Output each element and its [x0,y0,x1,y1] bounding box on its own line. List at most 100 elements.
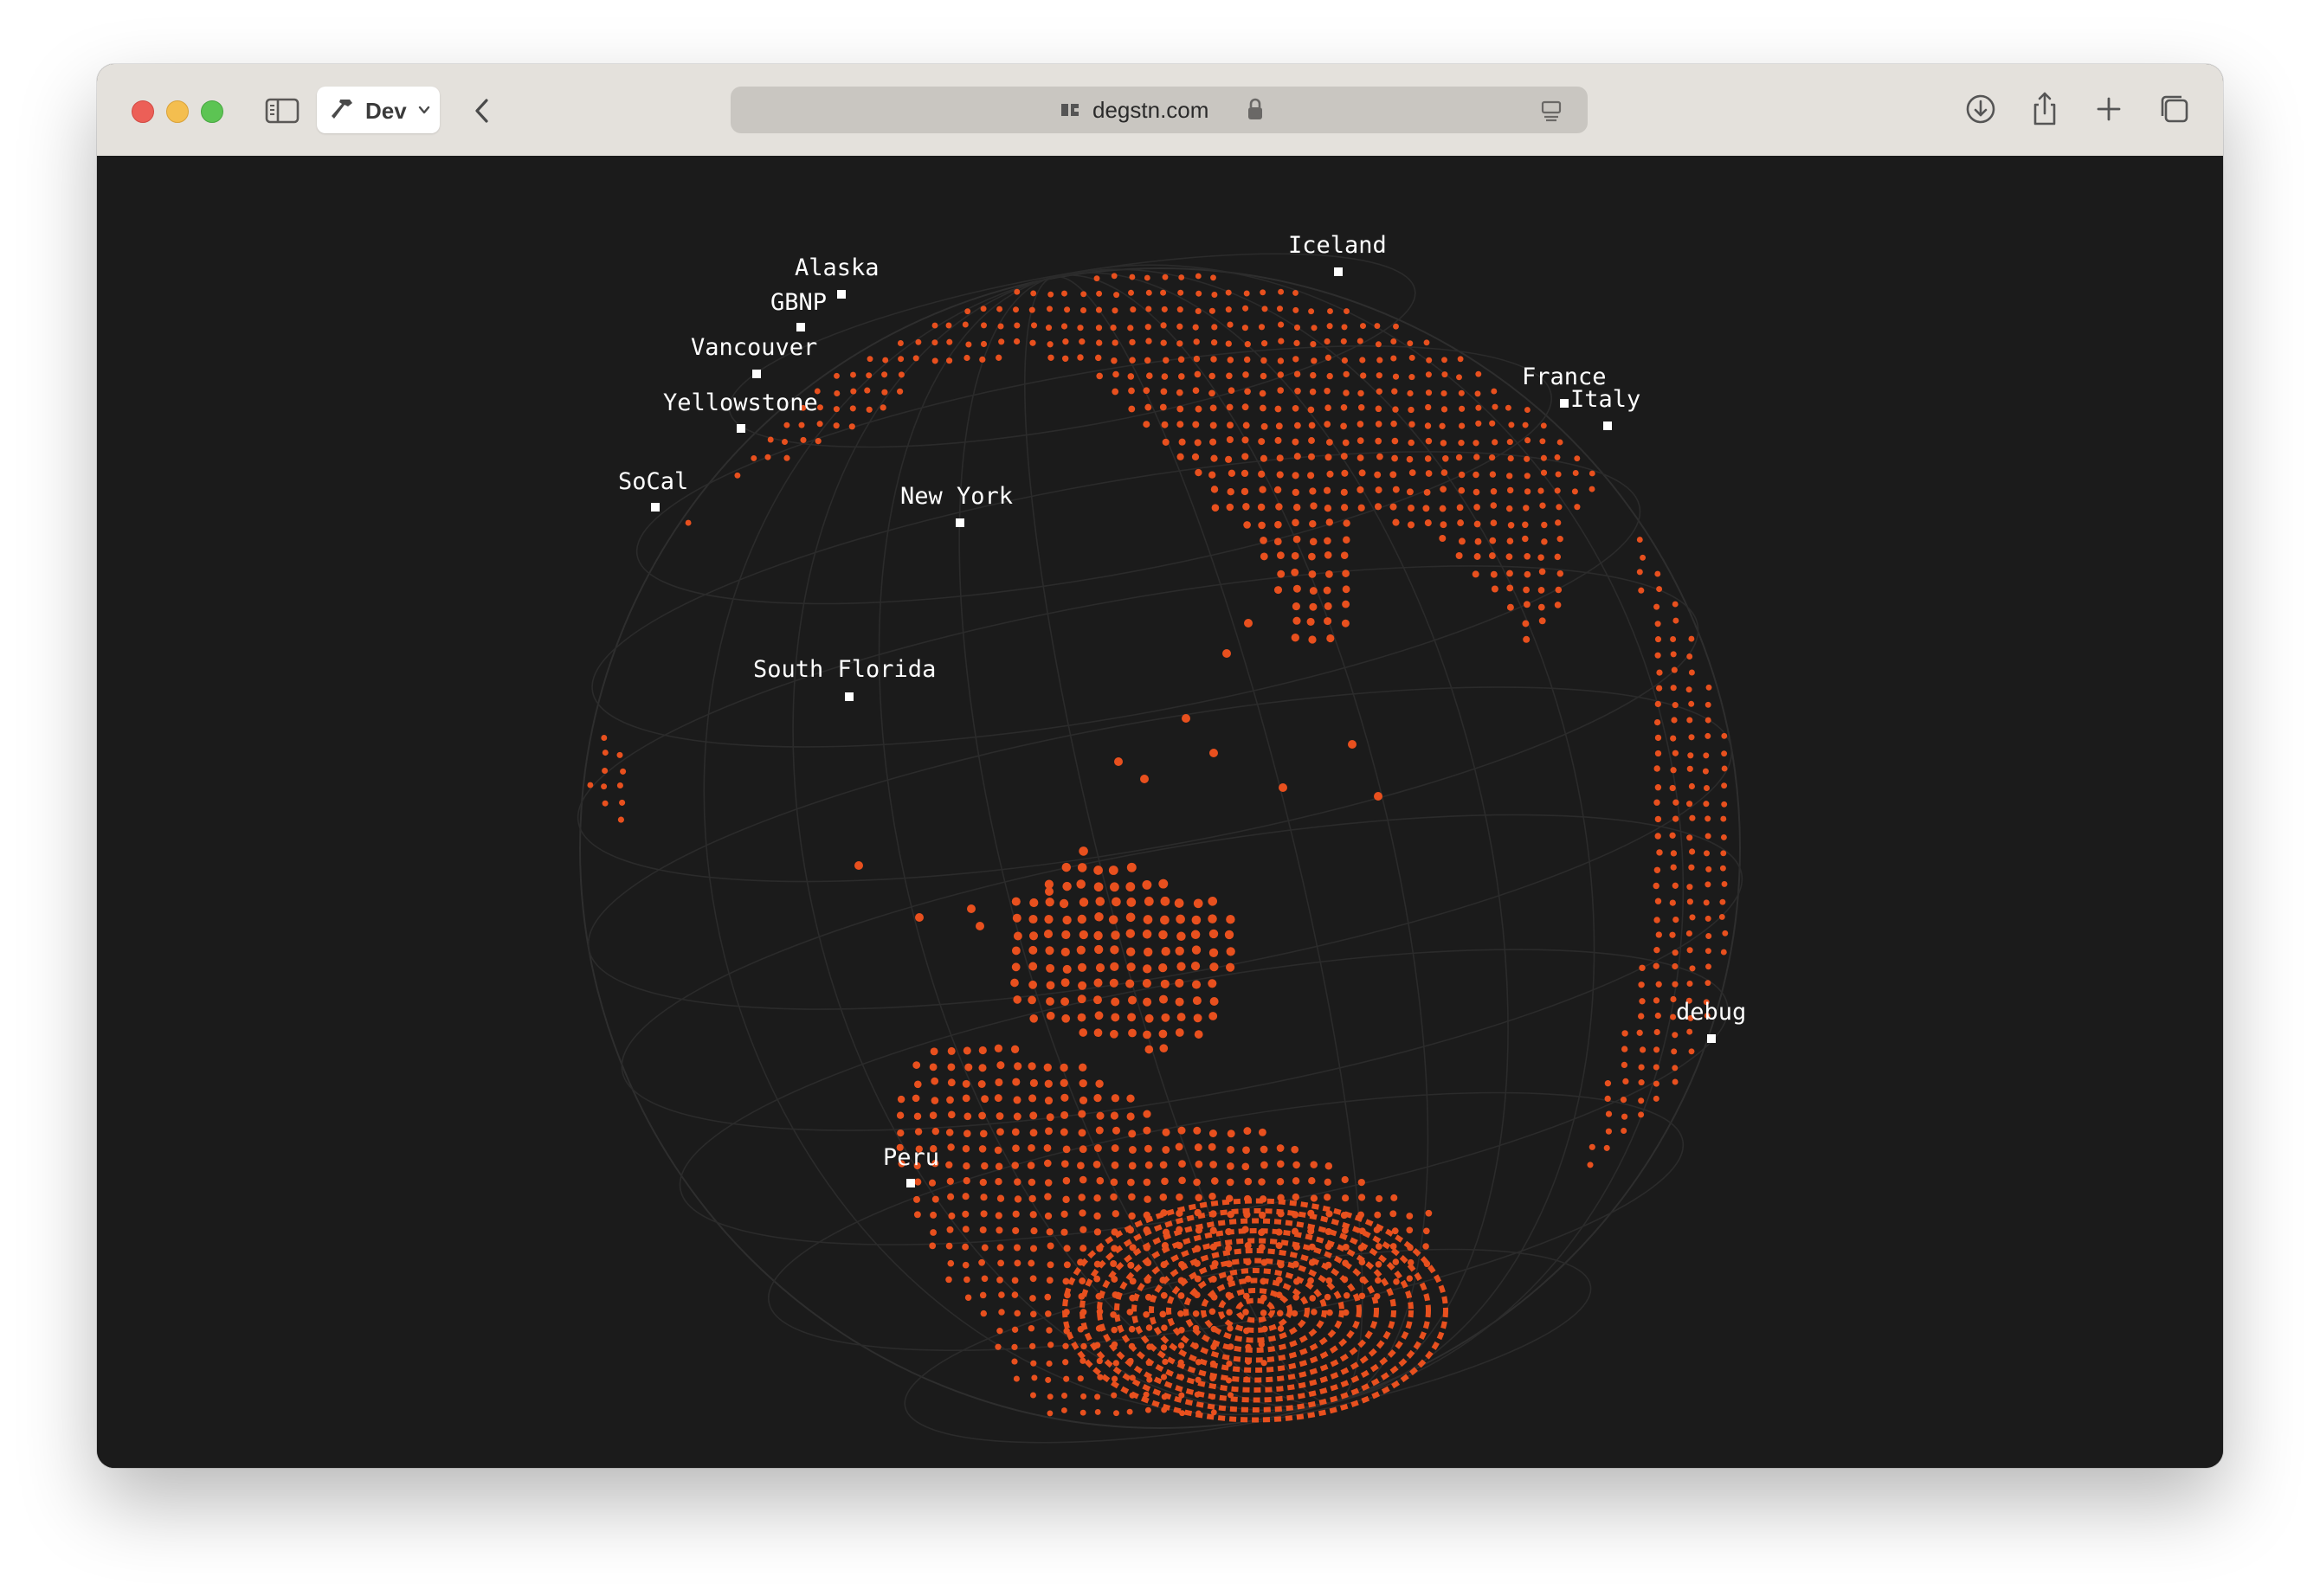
land-dot [998,1309,1005,1316]
land-dot [1688,864,1695,871]
share-icon[interactable] [2026,90,2064,128]
land-dot [1705,948,1711,955]
land-dot [1080,291,1087,298]
land-dot [1175,1028,1184,1037]
land-dot [1144,357,1151,364]
location-marker-iceland[interactable]: Iceland [1288,232,1387,276]
land-dot [1062,915,1072,925]
land-dot [1653,718,1661,726]
land-dot [1638,1111,1645,1118]
location-marker-debug[interactable]: debug [1676,999,1746,1043]
location-pin[interactable] [837,290,846,299]
land-dot [1340,338,1347,344]
location-marker-vancouver[interactable]: Vancouver [691,334,817,378]
land-dot [1308,570,1317,578]
location-pin[interactable] [1707,1034,1716,1043]
land-dot [1014,1259,1021,1267]
location-marker-gbnp[interactable]: GBNP [770,289,827,331]
plus-icon[interactable] [2090,90,2128,128]
land-dot [946,357,953,364]
location-pin[interactable] [956,518,964,527]
land-dot [963,354,970,362]
land-dot [1424,455,1432,462]
land-dot [1342,600,1350,608]
location-pin[interactable] [1560,399,1569,408]
land-dot [1326,470,1334,478]
location-pin[interactable] [737,424,745,433]
land-dot [1244,388,1251,396]
land-dot [1720,833,1727,840]
land-dot [1653,917,1660,923]
download-icon[interactable] [1962,90,2000,128]
location-pin[interactable] [752,370,761,378]
address-bar[interactable]: degstn.com [731,87,1588,133]
land-dot [1341,357,1349,364]
location-marker-new-york[interactable]: New York [900,483,1013,527]
land-dot [1276,1310,1284,1317]
land-dot [981,1095,989,1104]
tabs-icon[interactable] [2156,90,2194,128]
location-pin[interactable] [845,692,854,701]
profile-button[interactable]: Dev [317,87,440,133]
land-dot [1406,1226,1414,1234]
back-button[interactable] [469,93,495,128]
location-marker-yellowstone[interactable]: Yellowstone [663,389,818,433]
land-dots [587,273,1729,1423]
reader-icon[interactable] [1539,99,1563,123]
land-dot [980,1310,988,1317]
land-dot [1210,1177,1219,1185]
land-dot [1375,1277,1382,1284]
land-dot [1406,1275,1414,1282]
land-dot [1096,372,1103,380]
location-pin[interactable] [1603,422,1612,430]
land-dot [850,388,857,395]
location-label: Peru [883,1144,939,1171]
land-dot [1308,635,1317,644]
land-dot [1129,338,1136,346]
land-dot [1654,621,1661,627]
location-marker-italy[interactable]: Italy [1570,386,1640,430]
close-window-button[interactable] [132,100,154,123]
sidebar-icon[interactable] [265,97,300,125]
globe-visualization[interactable]: Alaska GBNP Vancouver Yellowstone SoCal New Y… [97,156,2223,1468]
location-pin[interactable] [906,1179,915,1187]
land-dot [1490,519,1498,527]
land-dot [1112,897,1121,907]
land-dot [1491,585,1498,593]
land-dot [1703,784,1711,792]
land-dot [1324,1293,1331,1301]
minimize-window-button[interactable] [166,100,189,123]
land-dot [1440,469,1448,476]
land-dot [1392,1258,1400,1265]
land-dot [1145,1324,1153,1331]
land-dot [1028,931,1039,941]
land-dot [1490,488,1498,495]
location-marker-south-florida[interactable]: South Florida [753,656,936,701]
land-dot [1111,1013,1120,1022]
land-dot [1162,1128,1170,1136]
land-dot [1062,881,1072,891]
land-dot [1719,865,1726,872]
island-dot [1140,775,1149,783]
location-pin[interactable] [796,323,805,331]
land-dot [1556,439,1563,446]
land-dot [931,1127,940,1136]
land-dot [898,356,905,363]
land-dot [979,356,986,364]
land-dot [1064,306,1071,313]
location-marker-socal[interactable]: SoCal [618,468,688,512]
land-dot [1390,355,1397,362]
land-dot [965,341,972,348]
land-dot [1293,339,1300,347]
land-dot [1686,834,1693,841]
land-dot [1311,1309,1318,1316]
location-label: Alaska [795,254,880,281]
land-dot [1061,1393,1067,1399]
location-pin[interactable] [1334,267,1343,276]
location-pin[interactable] [651,503,660,512]
land-dot [1226,1178,1234,1187]
land-dot [1291,1145,1299,1154]
land-dot [1210,454,1218,462]
land-dot [1326,634,1335,643]
zoom-window-button[interactable] [201,100,223,123]
